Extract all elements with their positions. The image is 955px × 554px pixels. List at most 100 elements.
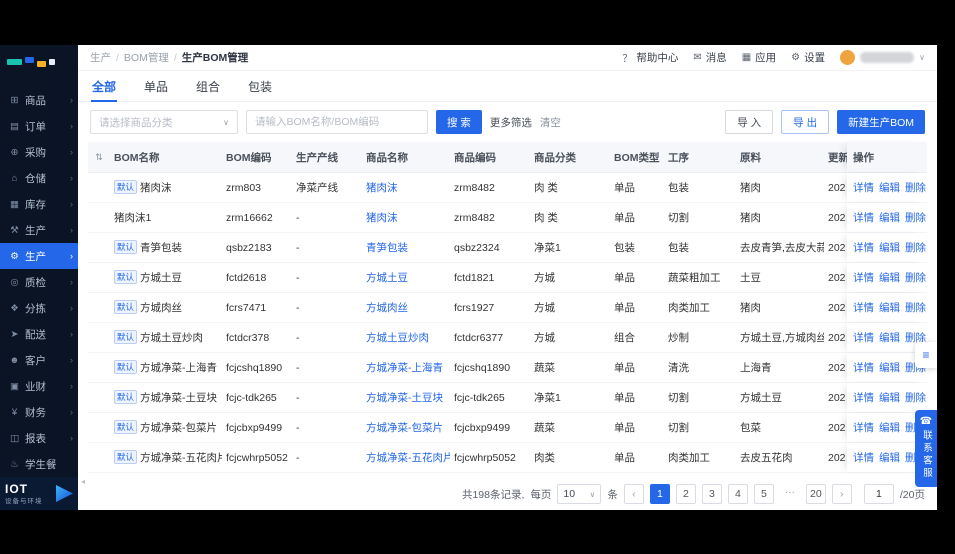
sidebar-item-warehouse[interactable]: ⌂仓储› bbox=[0, 165, 78, 191]
edit-link[interactable]: 编辑 bbox=[879, 420, 900, 435]
prev-page-button[interactable]: ‹ bbox=[624, 484, 644, 504]
sidebar-item-finance[interactable]: ¥财务› bbox=[0, 399, 78, 425]
clear-button[interactable]: 清空 bbox=[540, 115, 561, 130]
edit-link[interactable]: 编辑 bbox=[879, 180, 900, 195]
detail-link[interactable]: 详情 bbox=[853, 210, 874, 225]
sidebar-item-student-meals[interactable]: ♨学生餐 bbox=[0, 451, 78, 477]
product-name-link[interactable]: 猪肉沫 bbox=[362, 180, 450, 195]
detail-link[interactable]: 详情 bbox=[853, 300, 874, 315]
edit-link[interactable]: 编辑 bbox=[879, 390, 900, 405]
edit-link[interactable]: 编辑 bbox=[879, 270, 900, 285]
delete-link[interactable]: 删除 bbox=[905, 390, 926, 405]
column-header: 原料 bbox=[736, 150, 824, 165]
next-page-button[interactable]: › bbox=[832, 484, 852, 504]
chevron-right-icon: › bbox=[70, 225, 73, 235]
sidebar-item-quality[interactable]: ◎质检› bbox=[0, 269, 78, 295]
product-name-link[interactable]: 方城土豆炒肉 bbox=[362, 330, 450, 345]
delete-link[interactable]: 删除 bbox=[905, 270, 926, 285]
sidebar-item-business-finance[interactable]: ▣业财› bbox=[0, 373, 78, 399]
sidebar-item-reports[interactable]: ◫报表› bbox=[0, 425, 78, 451]
breadcrumb-item[interactable]: 生产 bbox=[90, 50, 111, 65]
keyword-input[interactable] bbox=[246, 110, 428, 134]
table-row: 默认方城净菜-五花肉片fcjcwhrp5052-方城净菜-五花肉片fcjcwhr… bbox=[88, 443, 927, 473]
breadcrumb-item[interactable]: BOM管理 bbox=[124, 50, 169, 65]
export-button[interactable]: 导 出 bbox=[781, 110, 829, 134]
edit-link[interactable]: 编辑 bbox=[879, 450, 900, 465]
product-name-link[interactable]: 方城土豆 bbox=[362, 270, 450, 285]
page-button[interactable]: 20 bbox=[806, 484, 826, 504]
delete-link[interactable]: 删除 bbox=[905, 210, 926, 225]
sidebar-item-label: 质检 bbox=[25, 275, 70, 290]
edit-link[interactable]: 编辑 bbox=[879, 330, 900, 345]
process: 切割 bbox=[664, 390, 736, 405]
product-name-link[interactable]: 方城净菜-五花肉片 bbox=[362, 450, 450, 465]
sidebar-item-sorting[interactable]: ❖分拣› bbox=[0, 295, 78, 321]
sidebar-item-delivery[interactable]: ➤配送› bbox=[0, 321, 78, 347]
app-logo[interactable] bbox=[0, 45, 78, 73]
detail-link[interactable]: 详情 bbox=[853, 270, 874, 285]
scroll-left-icon[interactable]: ◂ bbox=[81, 477, 85, 486]
bom-code: fcjcwhrp5052 bbox=[222, 452, 292, 464]
tab-all[interactable]: 全部 bbox=[91, 71, 117, 102]
quick-panel-button[interactable]: ≡ bbox=[915, 342, 937, 368]
product-category: 肉 类 bbox=[530, 180, 610, 195]
detail-link[interactable]: 详情 bbox=[853, 180, 874, 195]
sidebar-item-orders[interactable]: ▤订单› bbox=[0, 113, 78, 139]
page-size-select[interactable]: 10 ∨ bbox=[557, 484, 601, 504]
detail-link[interactable]: 详情 bbox=[853, 450, 874, 465]
sidebar-item-purchasing[interactable]: ⊕采购› bbox=[0, 139, 78, 165]
sidebar-item-label: 报表 bbox=[25, 431, 70, 446]
delete-link[interactable]: 删除 bbox=[905, 300, 926, 315]
edit-link[interactable]: 编辑 bbox=[879, 360, 900, 375]
edit-link[interactable]: 编辑 bbox=[879, 240, 900, 255]
category-select[interactable]: 请选择商品分类 ∨ bbox=[90, 110, 238, 134]
product-name-link[interactable]: 方城净菜-土豆块 bbox=[362, 390, 450, 405]
sidebar-item-label: 库存 bbox=[25, 197, 70, 212]
search-button[interactable]: 搜 索 bbox=[436, 110, 482, 134]
sidebar-item-products[interactable]: ⊞商品› bbox=[0, 87, 78, 113]
import-button[interactable]: 导 入 bbox=[725, 110, 773, 134]
detail-link[interactable]: 详情 bbox=[853, 390, 874, 405]
page-jump-input[interactable] bbox=[864, 484, 894, 504]
sidebar-item-customers[interactable]: ☻客户› bbox=[0, 347, 78, 373]
edit-link[interactable]: 编辑 bbox=[879, 300, 900, 315]
header-action-settings[interactable]: ⚙设置 bbox=[791, 50, 825, 65]
product-name-link[interactable]: 方城净菜-上海青 bbox=[362, 360, 450, 375]
create-bom-button[interactable]: 新建生产BOM bbox=[837, 110, 925, 134]
delete-link[interactable]: 删除 bbox=[905, 180, 926, 195]
delete-link[interactable]: 删除 bbox=[905, 240, 926, 255]
page-button[interactable]: 5 bbox=[754, 484, 774, 504]
sidebar-item-production-parent[interactable]: ⚒生产› bbox=[0, 217, 78, 243]
product-name-link[interactable]: 青笋包装 bbox=[362, 240, 450, 255]
tab-single[interactable]: 单品 bbox=[143, 71, 169, 101]
tab-package[interactable]: 包装 bbox=[247, 71, 273, 101]
detail-link[interactable]: 详情 bbox=[853, 420, 874, 435]
column-header: 生产产线 bbox=[292, 150, 362, 165]
product-name-link[interactable]: 猪肉沫 bbox=[362, 210, 450, 225]
edit-link[interactable]: 编辑 bbox=[879, 210, 900, 225]
material: 猪肉 bbox=[736, 210, 824, 225]
product-code: fcjcwhrp5052 bbox=[450, 452, 530, 464]
header-action-messages[interactable]: ✉消息 bbox=[693, 50, 726, 65]
header-action-apps[interactable]: ▦应用 bbox=[742, 50, 776, 65]
customer-service-button[interactable]: ☎ 联系客服 bbox=[915, 410, 937, 487]
process: 清洗 bbox=[664, 360, 736, 375]
page-button[interactable]: 1 bbox=[650, 484, 670, 504]
detail-link[interactable]: 详情 bbox=[853, 330, 874, 345]
page-button[interactable]: 4 bbox=[728, 484, 748, 504]
more-filters-button[interactable]: 更多筛选 bbox=[490, 115, 532, 130]
category-select-placeholder: 请选择商品分类 bbox=[99, 115, 173, 130]
header-action-help[interactable]: ？帮助中心 bbox=[622, 50, 678, 65]
product-name-link[interactable]: 方城肉丝 bbox=[362, 300, 450, 315]
user-menu[interactable]: ∨ bbox=[840, 50, 925, 65]
tab-combo[interactable]: 组合 bbox=[195, 71, 221, 101]
sidebar-item-production[interactable]: ⚙生产› bbox=[0, 243, 78, 269]
sort-icon[interactable]: ⇅ bbox=[88, 152, 110, 163]
detail-link[interactable]: 详情 bbox=[853, 360, 874, 375]
detail-link[interactable]: 详情 bbox=[853, 240, 874, 255]
sidebar-item-inventory[interactable]: ▦库存› bbox=[0, 191, 78, 217]
page-button[interactable]: 2 bbox=[676, 484, 696, 504]
sidebar: ⊞商品›▤订单›⊕采购›⌂仓储›▦库存›⚒生产›⚙生产›◎质检›❖分拣›➤配送›… bbox=[0, 45, 78, 510]
page-button[interactable]: 3 bbox=[702, 484, 722, 504]
product-name-link[interactable]: 方城净菜-包菜片 bbox=[362, 420, 450, 435]
